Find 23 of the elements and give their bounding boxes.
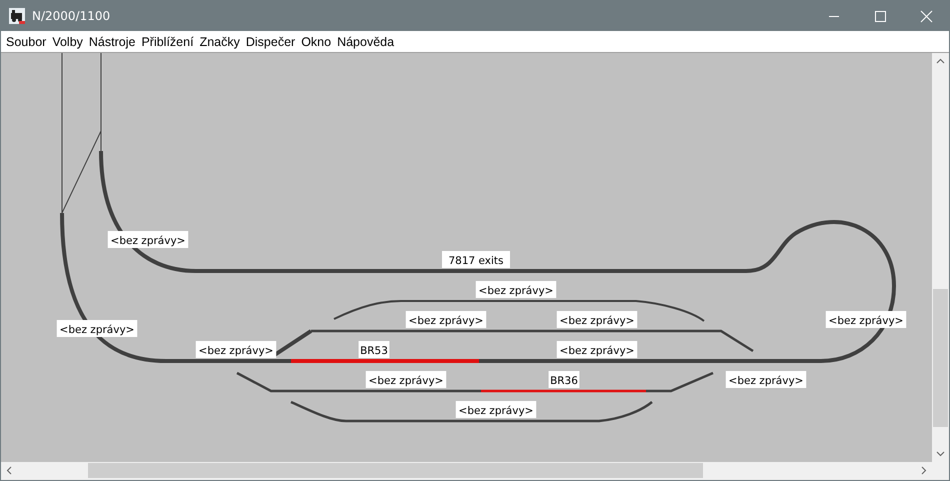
track-section: 7817 exits xyxy=(196,251,746,273)
track-section: BR53 xyxy=(291,341,479,363)
locomotive-icon xyxy=(9,8,25,24)
track-section: <bez zprávy> xyxy=(479,341,821,363)
track-section: <bez zprávy> xyxy=(311,311,521,332)
track-section: <bez zprávy> xyxy=(236,371,481,392)
menu-item[interactable]: Dispečer xyxy=(246,34,296,48)
track-section: <bez zprávy> xyxy=(164,329,313,363)
menu-item[interactable]: Značky xyxy=(200,34,240,48)
scroll-thumb[interactable] xyxy=(933,289,948,427)
scroll-thumb[interactable] xyxy=(88,463,703,478)
menu-item[interactable]: Přiblížení xyxy=(141,34,194,48)
menu-item[interactable]: Nápověda xyxy=(337,34,394,48)
track-section: <bez zprávy> xyxy=(646,371,806,392)
track-section: <bez zprávy> xyxy=(290,400,653,422)
menu-item[interactable]: Nástroje xyxy=(88,34,136,48)
track-section: BR36 xyxy=(481,371,646,392)
menu-item[interactable]: Soubor xyxy=(6,34,46,48)
track-section: <bez zprávy> xyxy=(99,150,196,273)
menu-item[interactable]: Volby xyxy=(52,34,83,48)
window-title: N/2000/1100 xyxy=(32,9,112,23)
menu-item[interactable]: Okno xyxy=(301,34,332,48)
track-section: <bez zprávy> xyxy=(746,220,906,363)
